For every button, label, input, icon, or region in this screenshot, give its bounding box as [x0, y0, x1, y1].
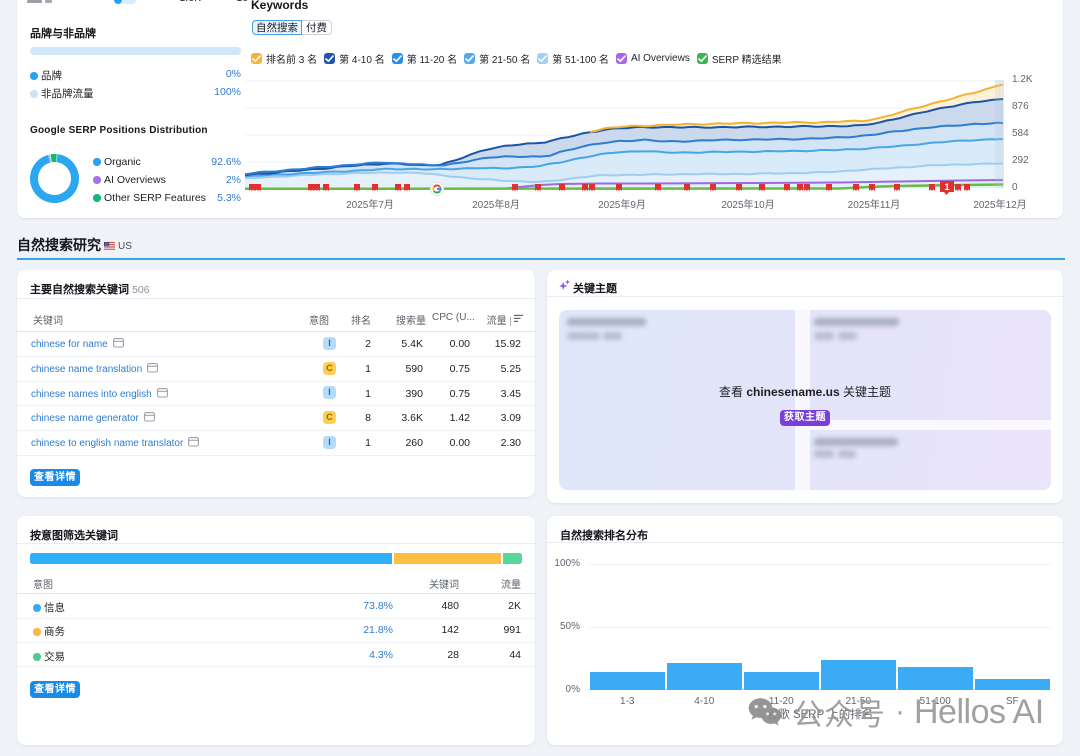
svg-text:1: 1	[944, 182, 950, 193]
